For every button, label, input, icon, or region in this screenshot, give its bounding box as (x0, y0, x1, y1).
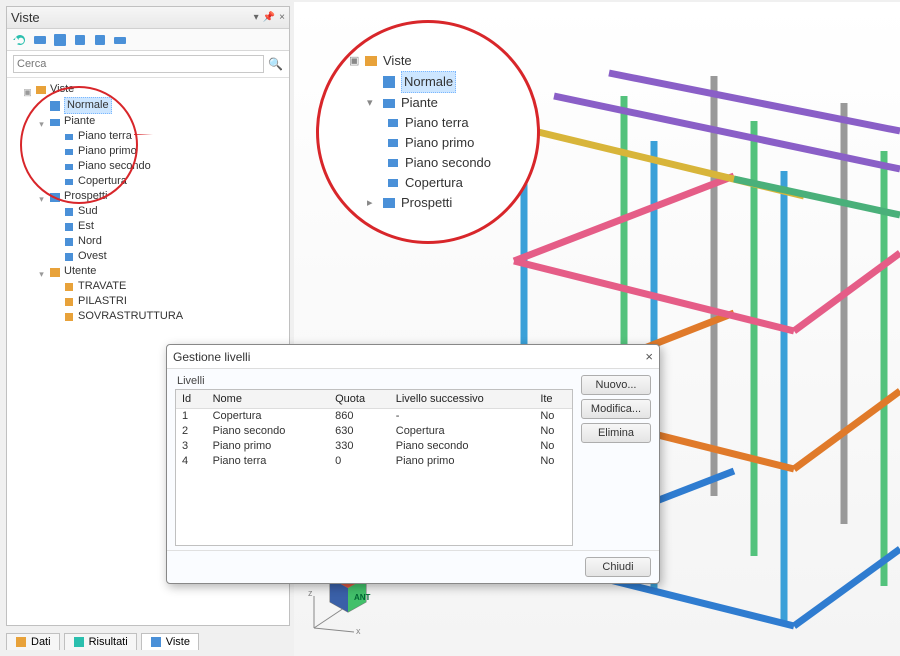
tree-item-normale[interactable]: Normale (64, 97, 112, 114)
col-ite[interactable]: Ite (534, 390, 572, 408)
col-id[interactable]: Id (176, 390, 207, 408)
tree-item[interactable]: Est (78, 219, 94, 234)
tree-item[interactable]: Piano secondo (78, 159, 151, 174)
tree-item[interactable]: SOVRASTRUTTURA (78, 309, 183, 324)
tab-viste[interactable]: Viste (141, 633, 199, 650)
tree-item[interactable]: Ovest (78, 249, 107, 264)
tab-risultati[interactable]: Risultati (64, 633, 137, 650)
annotation-zoom-circle: ▣Viste Normale ▾Piante Piano terra Piano… (316, 20, 540, 244)
tree-item[interactable]: TRAVATE (78, 279, 126, 294)
tree-item[interactable]: Piano terra (78, 129, 132, 144)
search-icon[interactable]: 🔍 (268, 57, 283, 71)
panel-pushpin-icon[interactable]: 📌 (263, 12, 275, 23)
tree-root[interactable]: Viste (50, 82, 74, 97)
tree-item-utente[interactable]: Utente (64, 264, 96, 279)
panel-toolbar (7, 29, 289, 51)
col-quota[interactable]: Quota (329, 390, 390, 408)
bottom-tabs: Dati Risultati Viste (6, 633, 199, 650)
new-button[interactable]: Nuovo... (581, 375, 651, 395)
col-nome[interactable]: Nome (207, 390, 330, 408)
svg-text:ANT: ANT (354, 593, 371, 602)
dialog-title: Gestione livelli (173, 350, 250, 364)
tool-icon-5[interactable] (113, 33, 127, 47)
panel-pin-icon[interactable]: ▾ (254, 12, 259, 23)
tree-item[interactable]: Copertura (78, 174, 127, 189)
panel-title: Viste (11, 10, 40, 25)
tool-icon-1[interactable] (33, 33, 47, 47)
table-row[interactable]: 3Piano primo330Piano secondoNo (176, 438, 572, 453)
tool-icon-2[interactable] (53, 33, 67, 47)
group-label: Livelli (175, 375, 573, 387)
tool-icon-4[interactable] (93, 33, 107, 47)
tree-item[interactable]: PILASTRI (78, 294, 127, 309)
svg-text:x: x (356, 626, 361, 636)
tab-dati[interactable]: Dati (6, 633, 60, 650)
delete-button[interactable]: Elimina (581, 423, 651, 443)
levels-dialog: Gestione livelli × Livelli Id Nome Quota… (166, 344, 660, 584)
levels-grid[interactable]: Id Nome Quota Livello successivo Ite 1Co… (175, 389, 573, 546)
search-input[interactable] (13, 55, 264, 73)
panel-header: Viste ▾ 📌 × (7, 7, 289, 29)
edit-button[interactable]: Modifica... (581, 399, 651, 419)
dialog-close-icon[interactable]: × (645, 349, 653, 364)
tree-item-piante[interactable]: Piante (64, 114, 95, 129)
close-button[interactable]: Chiudi (585, 557, 651, 577)
tool-icon-3[interactable] (73, 33, 87, 47)
tree-item[interactable]: Nord (78, 234, 102, 249)
table-row[interactable]: 1Copertura860-No (176, 408, 572, 423)
tree-item[interactable]: Sud (78, 204, 98, 219)
table-row[interactable]: 2Piano secondo630CoperturaNo (176, 423, 572, 438)
views-tree[interactable]: ▣Viste Normale ▾Piante Piano terra Piano… (7, 78, 289, 328)
panel-close-icon[interactable]: × (279, 12, 285, 23)
svg-text:z: z (308, 588, 313, 598)
tree-item-prospetti[interactable]: Prospetti (64, 189, 107, 204)
refresh-icon[interactable] (13, 33, 27, 47)
col-succ[interactable]: Livello successivo (390, 390, 535, 408)
tree-item[interactable]: Piano primo (78, 144, 137, 159)
table-row[interactable]: 4Piano terra0Piano primoNo (176, 453, 572, 468)
